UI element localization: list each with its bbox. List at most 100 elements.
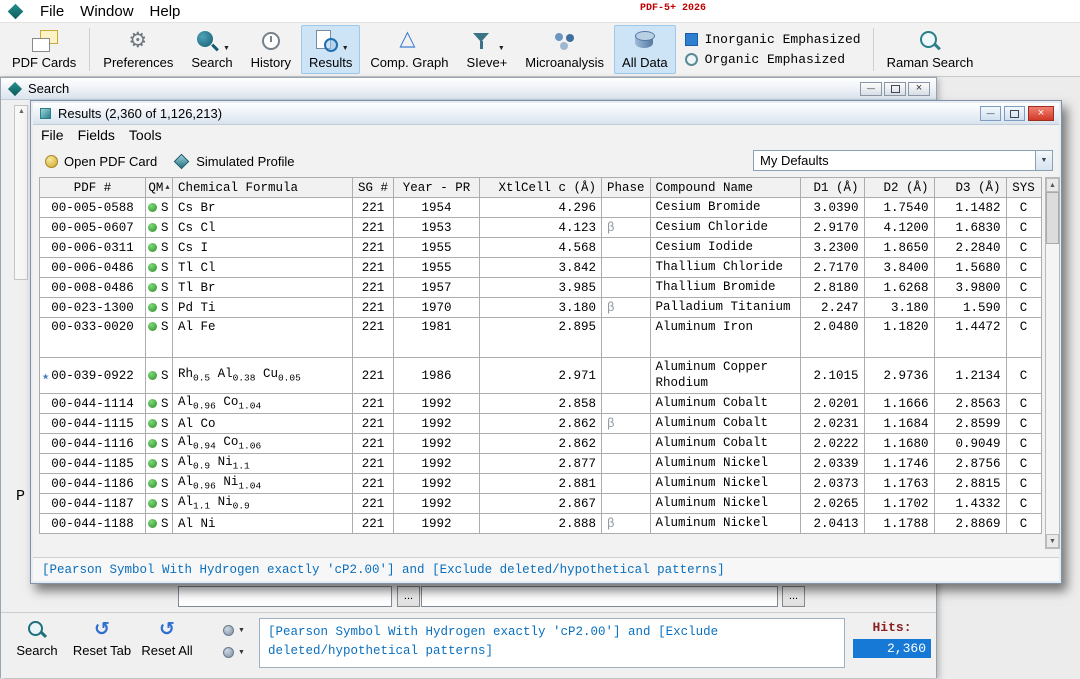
chevron-down-icon[interactable]: ▼ <box>223 45 230 52</box>
table-row[interactable]: 00-006-0486 S Tl Cl 221 1955 3.842 Thallium Ch… <box>39 257 1042 278</box>
table-row[interactable]: 00-005-0607 S Cs Cl 221 1953 4.123 β Cesium Chl… <box>39 217 1042 238</box>
results-window-title: Results (2,360 of 1,126,213) <box>58 106 223 121</box>
table-row[interactable]: 00-006-0311 S Cs I 221 1955 4.568 Cesium Iodid… <box>39 237 1042 258</box>
column-header-d3[interactable]: D3 (Å) <box>933 177 1007 198</box>
radio-organic-emphasized[interactable]: Organic Emphasized <box>684 52 861 67</box>
toolbar-item-comp-graph[interactable]: Comp. Graph <box>362 25 456 74</box>
chevron-down-icon[interactable]: ▼ <box>1035 151 1052 170</box>
qm-label: S <box>161 220 169 235</box>
column-header-sg[interactable]: SG # <box>351 177 395 198</box>
menu-file[interactable]: File <box>32 0 72 23</box>
toolbar-item-pdf-cards[interactable]: PDF Cards <box>4 25 84 74</box>
results-menu-file[interactable]: File <box>41 127 64 143</box>
toolbar-item-search[interactable]: ▼ Search <box>183 25 240 74</box>
search-window-icon <box>7 81 23 96</box>
defaults-combobox[interactable]: My Defaults ▼ <box>753 150 1053 171</box>
qm-label: S <box>161 476 169 491</box>
cell-d3: 1.6830 <box>933 217 1007 238</box>
search-window-titlebar[interactable]: Search <box>1 78 936 100</box>
scrollbar-thumb[interactable] <box>1046 192 1059 244</box>
menu-help[interactable]: Help <box>142 0 189 23</box>
toolbar-item-sieve[interactable]: ▼ SIeve+ <box>458 25 515 74</box>
column-header-d1[interactable]: D1 (Å) <box>799 177 865 198</box>
column-header-sys[interactable]: SYS <box>1005 177 1042 198</box>
simulated-profile-button[interactable]: Simulated Profile <box>169 152 298 171</box>
minimize-icon[interactable] <box>860 81 882 96</box>
cell-d1: 2.9170 <box>799 217 865 238</box>
toolbar-item-preferences[interactable]: Preferences <box>95 25 181 74</box>
browse-button-2[interactable]: ... <box>782 586 805 607</box>
open-pdf-card-button[interactable]: Open PDF Card <box>41 152 161 171</box>
toolbar-item-label: PDF Cards <box>12 55 77 70</box>
hits-label: Hits: <box>872 620 912 635</box>
browse-button-1[interactable]: ... <box>397 586 420 607</box>
column-header-phase[interactable]: Phase <box>601 177 651 198</box>
cell-sys: C <box>1005 257 1042 278</box>
scroll-down-icon[interactable]: ▼ <box>1046 534 1059 548</box>
scroll-up-icon[interactable]: ▲ <box>1046 178 1059 192</box>
table-row[interactable]: 00-005-0588 S Cs Br 221 1954 4.296 Cesium Brom… <box>39 197 1042 218</box>
cell-cell: 2.862 <box>479 433 603 454</box>
toolbar-item-history[interactable]: History <box>243 25 299 74</box>
criteria-input-1[interactable] <box>178 586 392 607</box>
pdf-number: 00-005-0588 <box>51 200 134 215</box>
menu-window[interactable]: Window <box>72 0 141 23</box>
search-button[interactable]: Search <box>5 619 69 658</box>
left-panel-scrollbar[interactable] <box>14 105 28 280</box>
column-header-label: SG # <box>358 180 389 195</box>
toolbar-item-all-data[interactable]: All Data <box>614 25 676 74</box>
column-header-pdf[interactable]: PDF # <box>39 177 146 198</box>
table-row[interactable]: 00-044-1114 S Al0.96 Co1.04 221 1992 2.858 Alu… <box>39 393 1042 414</box>
criteria-input-2[interactable] <box>421 586 778 607</box>
query-display[interactable]: [Pearson Symbol With Hydrogen exactly 'c… <box>259 618 845 668</box>
operator-dropdown-2[interactable]: ▼ <box>223 644 257 660</box>
minimize-icon[interactable] <box>980 106 1001 121</box>
chevron-down-icon[interactable]: ▼ <box>498 45 505 52</box>
operator-dropdown-1[interactable]: ▼ <box>223 622 257 638</box>
cell-d1: 2.247 <box>799 297 865 318</box>
results-menu-fields[interactable]: Fields <box>78 127 115 143</box>
cell-pdf-number: 00-044-1116 <box>39 433 146 454</box>
raman-icon <box>917 29 943 53</box>
table-row[interactable]: 00-033-0020 S Al Fe 221 1981 2.895 Aluminum Ir… <box>39 317 1042 358</box>
table-row[interactable]: 00-044-1115 S Al Co 221 1992 2.862 β Aluminum C… <box>39 413 1042 434</box>
close-icon[interactable] <box>1028 106 1054 121</box>
table-row[interactable]: 00-023-1300 S Pd Ti 221 1970 3.180 β Palladium … <box>39 297 1042 318</box>
maximize-icon[interactable] <box>1004 106 1025 121</box>
cell-pdf-number: 00-044-1114 <box>39 393 146 414</box>
toolbar-item-results[interactable]: ▼ Results <box>301 25 361 74</box>
chevron-down-icon[interactable]: ▼ <box>342 45 349 52</box>
column-header-chemical-formula[interactable]: Chemical Formula <box>172 177 353 198</box>
toolbar-item-raman-search[interactable]: Raman Search <box>879 25 982 74</box>
cell-d3: 1.4332 <box>933 493 1007 514</box>
table-row[interactable]: 00-044-1188 S Al Ni 221 1992 2.888 β Aluminum N… <box>39 513 1042 534</box>
close-icon[interactable] <box>908 81 930 96</box>
results-menu-tools[interactable]: Tools <box>129 127 162 143</box>
cell-pdf-number: 00-005-0607 <box>39 217 146 238</box>
qm-status-icon <box>148 370 157 380</box>
reset-tab-button[interactable]: Reset Tab <box>70 619 134 658</box>
table-row[interactable]: 00-044-1187 S Al1.1 Ni0.9 221 1992 2.867 Alumi… <box>39 493 1042 514</box>
results-scrollbar[interactable]: ▲ ▼ <box>1045 177 1060 549</box>
column-header-year-pr[interactable]: Year - PR <box>393 177 481 198</box>
column-header-xtlcell-c[interactable]: XtlCell c (Å) <box>479 177 603 198</box>
cell-cell: 4.123 <box>479 217 603 238</box>
results-window-titlebar[interactable]: Results (2,360 of 1,126,213) <box>33 103 1059 125</box>
column-header-d2[interactable]: D2 (Å) <box>863 177 935 198</box>
table-row[interactable]: ★ 00-039-0922 S Rh0.5 Al0.38 Cu0.05 221 1986 2… <box>39 357 1042 394</box>
column-header-compound-name[interactable]: Compound Name <box>649 177 801 198</box>
table-row[interactable]: 00-008-0486 S Tl Br 221 1957 3.985 Thallium Br… <box>39 277 1042 298</box>
cell-d3: 2.8869 <box>933 513 1007 534</box>
table-row[interactable]: 00-044-1186 S Al0.96 Ni1.04 221 1992 2.881 Alu… <box>39 473 1042 494</box>
toolbar-item-label: All Data <box>622 55 668 70</box>
table-row[interactable]: 00-044-1185 S Al0.9 Ni1.1 221 1992 2.877 Alumi… <box>39 453 1042 474</box>
table-row[interactable]: 00-044-1116 S Al0.94 Co1.06 221 1992 2.862 Alu… <box>39 433 1042 454</box>
radio-inorganic-emphasized[interactable]: Inorganic Emphasized <box>684 32 861 47</box>
cell-sg: 221 <box>351 433 395 454</box>
chevron-down-icon: ▼ <box>238 648 245 656</box>
reset-all-button[interactable]: Reset All <box>135 619 199 658</box>
toolbar-item-microanalysis[interactable]: Microanalysis <box>517 25 612 74</box>
maximize-icon[interactable] <box>884 81 906 96</box>
side-label: P <box>16 488 26 505</box>
column-header-qm[interactable]: QM ▲ <box>145 177 173 198</box>
